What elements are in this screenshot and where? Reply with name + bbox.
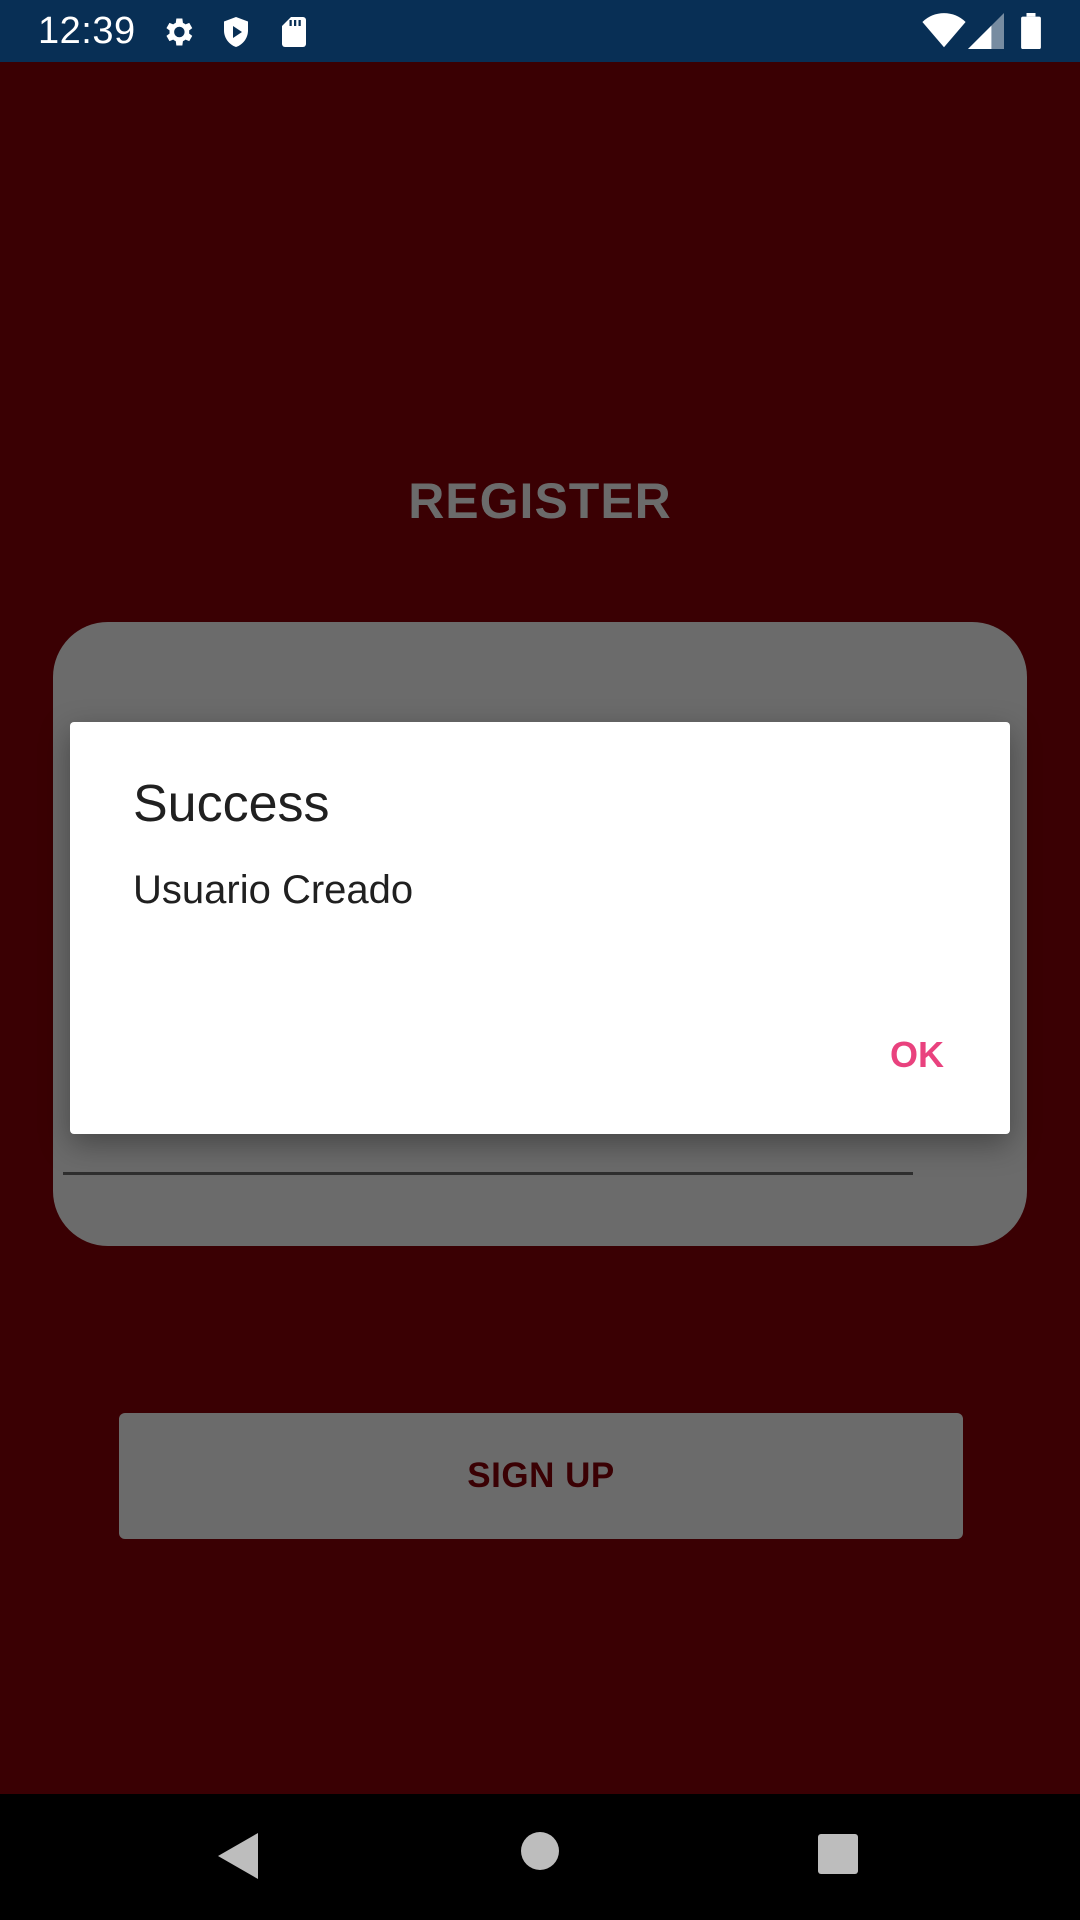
signup-button[interactable]: SIGN UP xyxy=(119,1413,963,1539)
ok-button[interactable]: OK xyxy=(890,1034,944,1076)
battery-icon xyxy=(1020,13,1042,50)
recents-icon[interactable] xyxy=(818,1834,858,1879)
back-icon[interactable] xyxy=(216,1831,260,1886)
dialog-title: Success xyxy=(133,775,330,833)
page-title: REGISTER xyxy=(408,473,672,529)
home-icon[interactable] xyxy=(520,1831,560,1876)
password-underline xyxy=(63,1172,913,1175)
dialog-message: Usuario Creado xyxy=(133,868,414,912)
status-time: 12:39 xyxy=(38,10,136,52)
success-dialog: Success Usuario Creado OK xyxy=(70,722,1010,1134)
shield-play-icon xyxy=(218,14,254,50)
cell-signal-icon xyxy=(968,13,1004,49)
sd-card-icon xyxy=(276,14,312,50)
navigation-bar xyxy=(0,1794,1080,1920)
wifi-icon xyxy=(922,13,966,49)
gear-icon xyxy=(160,14,196,50)
status-bar: 12:39 xyxy=(0,0,1080,62)
